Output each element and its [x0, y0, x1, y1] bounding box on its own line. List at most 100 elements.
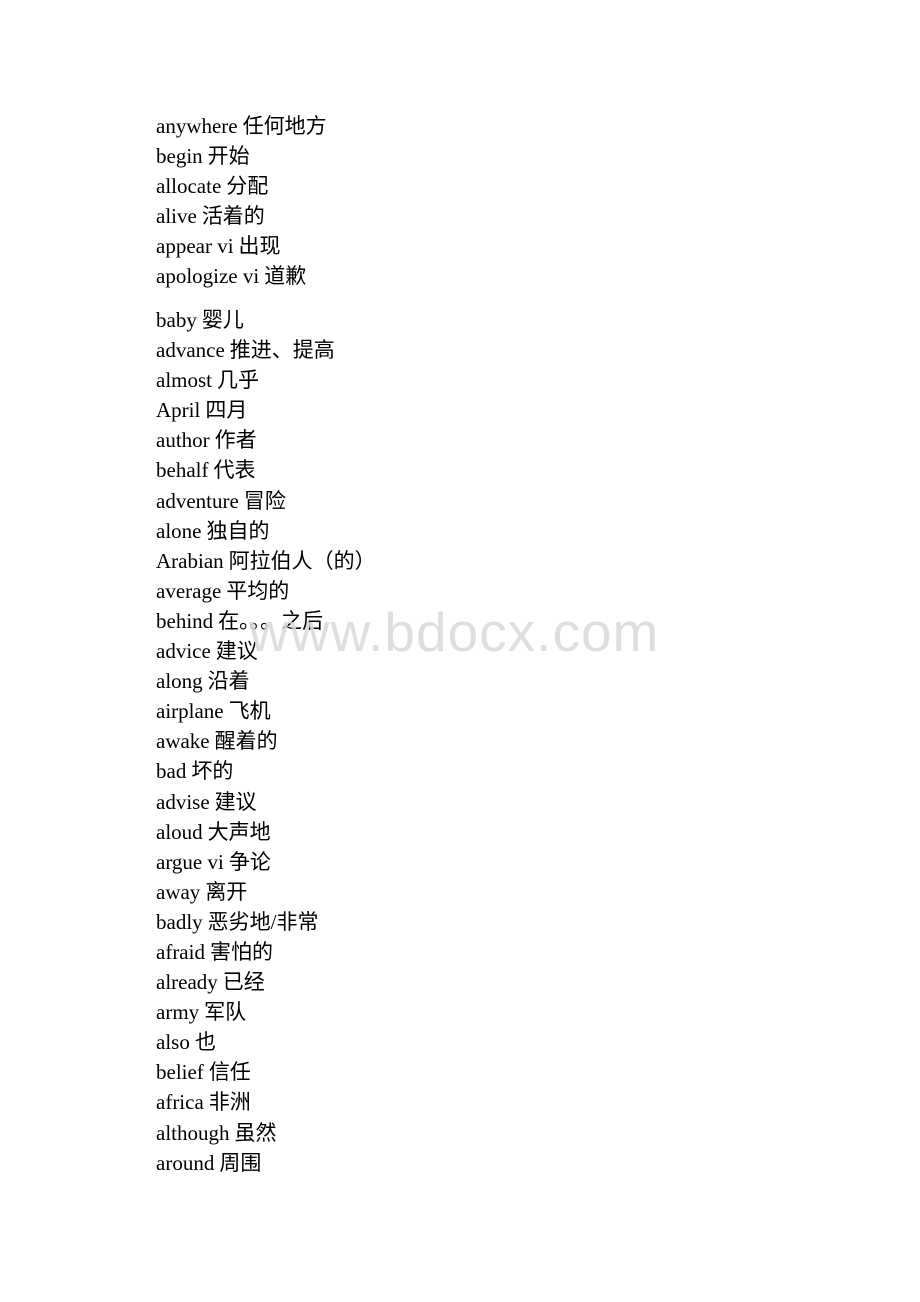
entry-meaning: 非洲 [208, 1090, 251, 1115]
entry-meaning: 几乎 [217, 368, 259, 393]
vocabulary-entry: aloud 大声地 [156, 817, 376, 847]
entry-meaning: 信任 [208, 1060, 251, 1085]
vocabulary-entry: behind 在。。。之后 [156, 606, 376, 636]
entry-meaning: 四月 [205, 398, 248, 423]
entry-word: around [156, 1150, 215, 1175]
vocabulary-entry: awake 醒着的 [156, 726, 376, 756]
entry-word: April [156, 398, 201, 423]
vocabulary-entry: author 作者 [156, 425, 376, 455]
vocabulary-list-group-1: anywhere 任何地方 begin 开始 allocate 分配 alive 活着的 app… [156, 111, 327, 292]
entry-meaning: 在。。。之后 [218, 608, 324, 633]
entry-meaning: 代表 [213, 458, 256, 483]
vocabulary-entry: belief 信任 [156, 1057, 376, 1087]
vocabulary-entry: airplane 飞机 [156, 696, 376, 726]
entry-word: already [156, 970, 218, 995]
vocabulary-entry: advance 推进、提高 [156, 335, 376, 365]
entry-word: behind [156, 608, 214, 633]
entry-meaning: 分配 [226, 174, 269, 199]
vocabulary-entry: apologize vi 道歉 [156, 261, 327, 291]
entry-meaning: 独自的 [206, 518, 270, 543]
entry-meaning: 飞机 [228, 699, 271, 724]
entry-meaning: 推进、提高 [229, 338, 335, 363]
entry-meaning: 周围 [219, 1150, 262, 1175]
vocabulary-entry: average 平均的 [156, 576, 376, 606]
entry-word: aloud [156, 819, 203, 844]
entry-meaning: 离开 [205, 879, 248, 904]
entry-meaning: 恶劣地/非常 [207, 909, 319, 934]
entry-word: bad [156, 759, 187, 784]
entry-meaning: 出现 [238, 234, 281, 259]
entry-word: advice [156, 639, 211, 664]
entry-meaning: 开始 [207, 144, 250, 169]
entry-word: belief [156, 1060, 204, 1085]
entry-meaning: 建议 [214, 789, 257, 814]
entry-word: almost [156, 368, 212, 393]
entry-word: airplane [156, 699, 224, 724]
vocabulary-entry: begin 开始 [156, 141, 327, 171]
entry-word: afraid [156, 939, 205, 964]
vocabulary-entry: adventure 冒险 [156, 486, 376, 516]
entry-word: army [156, 1000, 200, 1025]
entry-meaning: 争论 [228, 849, 271, 874]
entry-word: allocate [156, 174, 222, 199]
entry-meaning: 道歉 [264, 264, 307, 289]
vocabulary-entry: bad 坏的 [156, 756, 376, 786]
entry-word: advise [156, 789, 210, 814]
vocabulary-entry: April 四月 [156, 395, 376, 425]
vocabulary-entry: alone 独自的 [156, 516, 376, 546]
vocabulary-entry: advise 建议 [156, 787, 376, 817]
entry-meaning: 作者 [214, 428, 257, 453]
vocabulary-entry: behalf 代表 [156, 455, 376, 485]
vocabulary-entry: army 军队 [156, 997, 376, 1027]
vocabulary-entry: almost 几乎 [156, 365, 376, 395]
entry-word: baby [156, 308, 197, 332]
entry-meaning: 活着的 [201, 204, 265, 229]
entry-meaning: 虽然 [234, 1120, 277, 1145]
vocabulary-entry: argue vi 争论 [156, 847, 376, 877]
entry-word: author [156, 428, 210, 453]
entry-meaning: 婴儿 [201, 308, 244, 332]
entry-meaning: 已经 [222, 970, 265, 995]
entry-word: advance [156, 338, 225, 363]
entry-word: badly [156, 909, 203, 934]
entry-word: alive [156, 204, 197, 229]
vocabulary-entry: although 虽然 [156, 1118, 376, 1148]
vocabulary-entry: africa 非洲 [156, 1087, 376, 1117]
entry-word: begin [156, 144, 203, 169]
vocabulary-entry: badly 恶劣地/非常 [156, 907, 376, 937]
entry-word: africa [156, 1090, 204, 1115]
vocabulary-entry: already 已经 [156, 967, 376, 997]
entry-meaning: 醒着的 [214, 729, 278, 754]
entry-word: Arabian [156, 548, 224, 573]
entry-word: although [156, 1120, 230, 1145]
vocabulary-entry: afraid 害怕的 [156, 937, 376, 967]
entry-meaning: 阿拉伯人（的） [228, 548, 376, 573]
vocabulary-entry: also 也 [156, 1027, 376, 1057]
entry-word: awake [156, 729, 210, 754]
entry-meaning: 平均的 [226, 578, 290, 603]
entry-meaning: 冒险 [243, 488, 286, 513]
entry-word: apologize vi [156, 264, 260, 289]
vocabulary-entry: anywhere 任何地方 [156, 111, 327, 141]
vocabulary-entry: baby 婴儿 [156, 305, 376, 335]
entry-word: adventure [156, 488, 239, 513]
entry-meaning: 建议 [215, 639, 258, 664]
entry-word: appear vi [156, 234, 234, 259]
entry-word: along [156, 669, 203, 694]
entry-word: also [156, 1030, 190, 1055]
vocabulary-entry: along 沿着 [156, 666, 376, 696]
entry-meaning: 也 [194, 1030, 216, 1055]
document-page: anywhere 任何地方 begin 开始 allocate 分配 alive 活着的 app… [0, 0, 920, 1302]
entry-word: behalf [156, 458, 209, 483]
vocabulary-entry: appear vi 出现 [156, 231, 327, 261]
vocabulary-entry: advice 建议 [156, 636, 376, 666]
entry-word: anywhere [156, 114, 238, 138]
entry-meaning: 大声地 [207, 819, 271, 844]
vocabulary-list-group-2: baby 婴儿 advance 推进、提高 almost 几乎 April 四月 author 作… [156, 305, 376, 1178]
vocabulary-entry: allocate 分配 [156, 171, 327, 201]
entry-word: average [156, 578, 222, 603]
vocabulary-entry: around 周围 [156, 1148, 376, 1178]
vocabulary-entry: away 离开 [156, 877, 376, 907]
entry-meaning: 军队 [204, 1000, 247, 1025]
entry-meaning: 坏的 [191, 759, 234, 784]
